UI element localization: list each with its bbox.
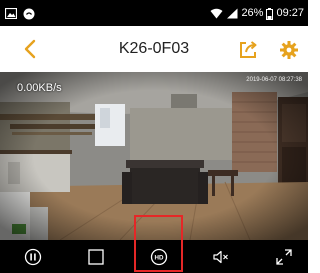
gear-icon[interactable]	[280, 41, 298, 59]
stop-icon[interactable]	[87, 248, 105, 266]
title-bar: K26-0F03	[0, 26, 308, 72]
status-right: 26% 09:27	[210, 7, 304, 20]
fullscreen-icon[interactable]	[275, 248, 293, 266]
battery-icon	[266, 7, 274, 20]
signal-icon	[227, 8, 238, 19]
circle-app-icon	[23, 8, 35, 19]
bitrate-readout: 0.00KB/s	[17, 82, 62, 94]
page-title: K26-0F03	[118, 40, 190, 57]
battery-percent: 26%	[241, 7, 264, 19]
mute-icon[interactable]	[212, 248, 230, 266]
wifi-icon	[210, 8, 223, 19]
status-left	[5, 7, 35, 20]
pause-icon[interactable]	[24, 248, 42, 266]
app-screen: 26% 09:27 K26-0F03 0.00KB/s 2019-06-07 0…	[0, 0, 308, 273]
status-time: 09:27	[276, 7, 304, 19]
status-bar: 26% 09:27	[0, 0, 308, 26]
video-timestamp: 2019-06-07 08:27:38	[246, 77, 302, 83]
hd-highlight-box	[134, 215, 183, 272]
image-icon	[5, 8, 17, 19]
share-icon[interactable]	[239, 41, 257, 59]
